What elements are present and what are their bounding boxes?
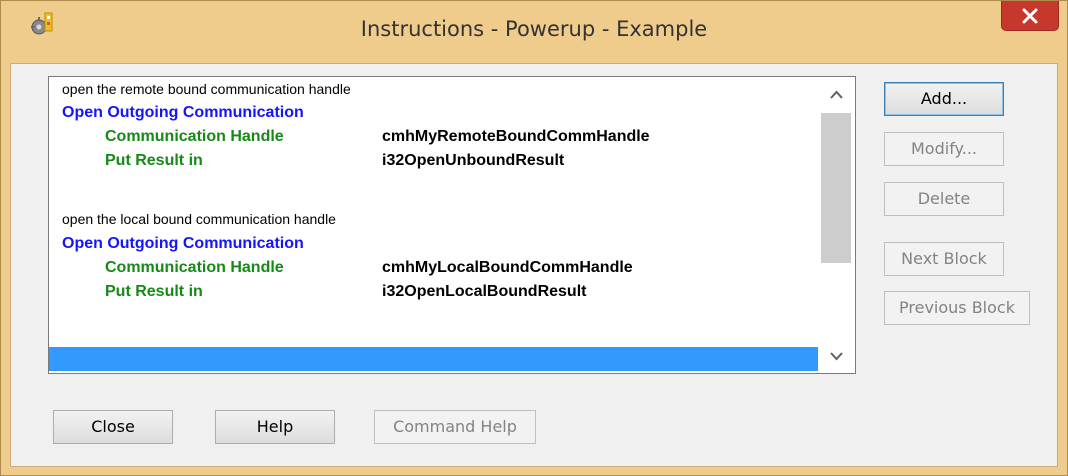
chevron-down-icon <box>830 352 843 361</box>
selected-empty-row[interactable] <box>49 347 818 371</box>
next-block-button[interactable]: Next Block <box>884 242 1004 276</box>
dialog-client-area: open the remote bound communication hand… <box>10 63 1058 467</box>
close-icon <box>1022 8 1038 24</box>
param-value[interactable]: cmhMyRemoteBoundCommHandle <box>382 125 650 149</box>
instruction-list-content: open the remote bound communication hand… <box>49 77 818 373</box>
param-label[interactable]: Communication Handle <box>105 125 284 149</box>
param-value[interactable]: i32OpenLocalBoundResult <box>382 280 586 304</box>
command-help-button[interactable]: Command Help <box>374 410 536 444</box>
param-value[interactable]: i32OpenUnboundResult <box>382 149 564 173</box>
param-label[interactable]: Put Result in <box>105 149 203 173</box>
modify-button[interactable]: Modify... <box>884 132 1004 166</box>
instruction-list[interactable]: open the remote bound communication hand… <box>48 76 856 374</box>
instruction-command[interactable]: Open Outgoing Communication <box>62 232 304 256</box>
close-window-button[interactable] <box>1001 1 1059 31</box>
dialog-window: Instructions - Powerup - Example open th… <box>0 0 1068 476</box>
window-title: Instructions - Powerup - Example <box>360 17 708 41</box>
delete-button[interactable]: Delete <box>884 182 1004 216</box>
scrollbar-thumb[interactable] <box>821 113 851 263</box>
scroll-up-button[interactable] <box>818 77 855 111</box>
scroll-down-button[interactable] <box>818 339 855 373</box>
instruction-comment[interactable]: open the local bound communication handl… <box>62 207 336 231</box>
param-label[interactable]: Communication Handle <box>105 256 284 280</box>
help-button[interactable]: Help <box>215 410 335 444</box>
param-label[interactable]: Put Result in <box>105 280 203 304</box>
close-button[interactable]: Close <box>53 410 173 444</box>
instruction-command[interactable]: Open Outgoing Communication <box>62 101 304 125</box>
chevron-up-icon <box>830 90 843 99</box>
add-button[interactable]: Add... <box>884 82 1004 116</box>
param-value[interactable]: cmhMyLocalBoundCommHandle <box>382 256 633 280</box>
title-bar[interactable]: Instructions - Powerup - Example <box>1 1 1067 63</box>
instruction-comment[interactable]: open the remote bound communication hand… <box>62 77 351 101</box>
vertical-scrollbar[interactable] <box>818 77 855 373</box>
previous-block-button[interactable]: Previous Block <box>884 291 1030 325</box>
